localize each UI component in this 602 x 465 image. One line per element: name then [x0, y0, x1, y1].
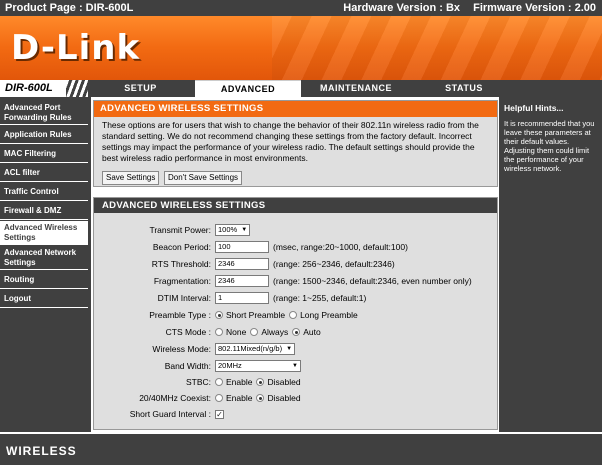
rts-threshold-note: (range: 256~2346, default:2346)	[273, 259, 395, 269]
fragmentation-input[interactable]: 2346	[215, 275, 269, 287]
beacon-period-input[interactable]: 100	[215, 241, 269, 253]
preamble-type-label: Preamble Type :	[149, 310, 211, 320]
cts-auto-label: Auto	[303, 327, 321, 337]
transmit-power-select[interactable]: 100%	[215, 224, 251, 236]
sidebar: Advanced Port Forwarding Rules Applicati…	[0, 97, 88, 432]
fragmentation-note: (range: 1500~2346, default:2346, even nu…	[273, 276, 472, 286]
long-preamble-radio[interactable]	[289, 311, 298, 319]
beacon-period-note: (msec, range:20~1000, default:100)	[273, 242, 408, 252]
wireless-mode-row: Wireless Mode: 802.11Mixed(n/g/b)	[94, 342, 499, 356]
dont-save-settings-button[interactable]: Don't Save Settings	[164, 171, 243, 185]
tab-maintenance[interactable]: MAINTENANCE	[303, 80, 409, 97]
sidebar-item-mac-filtering[interactable]: MAC Filtering	[0, 145, 88, 163]
dtim-interval-row: DTIM Interval: 1 (range: 1~255, default:1…	[94, 291, 499, 305]
coexist-enable-radio[interactable]	[215, 394, 223, 402]
settings-title: ADVANCED WIRELESS SETTINGS	[94, 198, 497, 213]
tab-advanced[interactable]: ADVANCED	[195, 80, 301, 97]
cts-auto-radio[interactable]	[292, 328, 301, 336]
cts-always-label: Always	[261, 327, 289, 337]
rts-threshold-row: RTS Threshold: 2346 (range: 256~2346, def…	[94, 257, 499, 271]
short-preamble-label: Short Preamble	[226, 310, 286, 320]
sidebar-item-traffic-control[interactable]: Traffic Control	[0, 183, 88, 201]
coexist-row: 20/40MHz Coexist: Enable Disabled	[94, 391, 499, 405]
band-width-select[interactable]: 20MHz	[215, 360, 301, 372]
intro-text: These options are for users that wish to…	[102, 120, 479, 163]
stbc-disabled-radio[interactable]	[256, 378, 265, 386]
beacon-period-label: Beacon Period:	[152, 242, 211, 252]
product-page-label: Product Page : DIR-600L	[5, 2, 134, 14]
sidebar-item-acl-filter[interactable]: ACL filter	[0, 164, 88, 182]
footer-bar: WIRELESS	[0, 432, 602, 465]
stbc-disabled-label: Disabled	[267, 377, 301, 387]
tab-status[interactable]: STATUS	[411, 80, 517, 97]
tab-setup[interactable]: SETUP	[88, 80, 193, 97]
rts-threshold-input[interactable]: 2346	[215, 258, 269, 270]
model-name: DIR-600L	[5, 82, 53, 94]
main-content: ADVANCED WIRELESS SETTINGS These options…	[91, 97, 499, 432]
cts-none-label: None	[226, 327, 247, 337]
sidebar-item-port-forwarding[interactable]: Advanced Port Forwarding Rules	[0, 101, 88, 125]
short-guard-row: Short Guard Interval : ✓	[94, 407, 499, 421]
stbc-row: STBC: Enable Disabled	[94, 375, 499, 389]
short-preamble-radio[interactable]	[215, 311, 223, 319]
fragmentation-label: Fragmentation:	[153, 276, 211, 286]
band-width-row: Band Width: 20MHz	[94, 359, 499, 373]
coexist-disabled-label: Disabled	[267, 393, 301, 403]
cts-mode-label: CTS Mode :	[165, 327, 211, 337]
save-settings-button[interactable]: Save Settings	[102, 171, 160, 185]
header-banner: D-Link	[0, 16, 602, 80]
dtim-interval-input[interactable]: 1	[215, 292, 269, 304]
transmit-power-label: Transmit Power:	[149, 225, 211, 235]
sidebar-item-routing[interactable]: Routing	[0, 271, 88, 289]
dtim-interval-label: DTIM Interval:	[157, 293, 211, 303]
footer-wireless-label: WIRELESS	[6, 444, 77, 458]
cts-none-radio[interactable]	[215, 328, 223, 336]
stbc-label: STBC:	[185, 377, 211, 387]
intro-box: ADVANCED WIRELESS SETTINGS These options…	[93, 100, 498, 187]
beacon-period-row: Beacon Period: 100 (msec, range:20~1000, …	[94, 240, 499, 254]
sidebar-item-logout[interactable]: Logout	[0, 290, 88, 308]
coexist-enable-label: Enable	[226, 393, 253, 403]
cts-mode-row: CTS Mode : None Always Auto	[94, 325, 499, 339]
rts-threshold-label: RTS Threshold:	[151, 259, 211, 269]
settings-box: ADVANCED WIRELESS SETTINGS Transmit Powe…	[93, 197, 498, 430]
model-badge: DIR-600L	[0, 80, 88, 97]
short-guard-label: Short Guard Interval :	[129, 409, 211, 419]
hints-panel: Helpful Hints... It is recommended that …	[499, 97, 602, 432]
coexist-disabled-radio[interactable]	[256, 394, 265, 402]
cts-always-radio[interactable]	[250, 328, 259, 336]
hints-text: It is recommended that you leave these p…	[504, 119, 595, 173]
band-width-label: Band Width:	[164, 361, 211, 371]
top-bar: Product Page : DIR-600L Hardware Version…	[0, 0, 602, 16]
sidebar-item-application-rules[interactable]: Application Rules	[0, 126, 88, 144]
stbc-enable-radio[interactable]	[215, 378, 223, 386]
fragmentation-row: Fragmentation: 2346 (range: 1500~2346, de…	[94, 274, 499, 288]
coexist-label: 20/40MHz Coexist:	[139, 393, 211, 403]
preamble-type-row: Preamble Type : Short Preamble Long Prea…	[94, 308, 499, 322]
sidebar-item-advanced-network[interactable]: Advanced Network Settings	[0, 246, 88, 270]
wireless-mode-select[interactable]: 802.11Mixed(n/g/b)	[215, 343, 296, 355]
sidebar-item-advanced-wireless[interactable]: Advanced Wireless Settings	[0, 221, 88, 245]
wireless-mode-label: Wireless Mode:	[152, 344, 211, 354]
firmware-version: Firmware Version : 2.00	[473, 2, 596, 14]
stbc-enable-label: Enable	[226, 377, 253, 387]
dtim-interval-note: (range: 1~255, default:1)	[273, 293, 367, 303]
hardware-version: Hardware Version : Bx	[343, 2, 461, 14]
version-info: Hardware Version : Bx Firmware Version :…	[333, 2, 596, 14]
hints-title: Helpful Hints...	[504, 103, 564, 113]
transmit-power-row: Transmit Power: 100%	[94, 223, 499, 237]
long-preamble-label: Long Preamble	[300, 310, 358, 320]
dlink-logo: D-Link	[11, 28, 141, 68]
intro-title: ADVANCED WIRELESS SETTINGS	[94, 101, 497, 117]
banner-stripes	[272, 16, 602, 80]
model-slash-decoration	[66, 80, 88, 97]
short-guard-checkbox[interactable]: ✓	[215, 409, 224, 419]
sidebar-item-firewall-dmz[interactable]: Firewall & DMZ	[0, 202, 88, 220]
